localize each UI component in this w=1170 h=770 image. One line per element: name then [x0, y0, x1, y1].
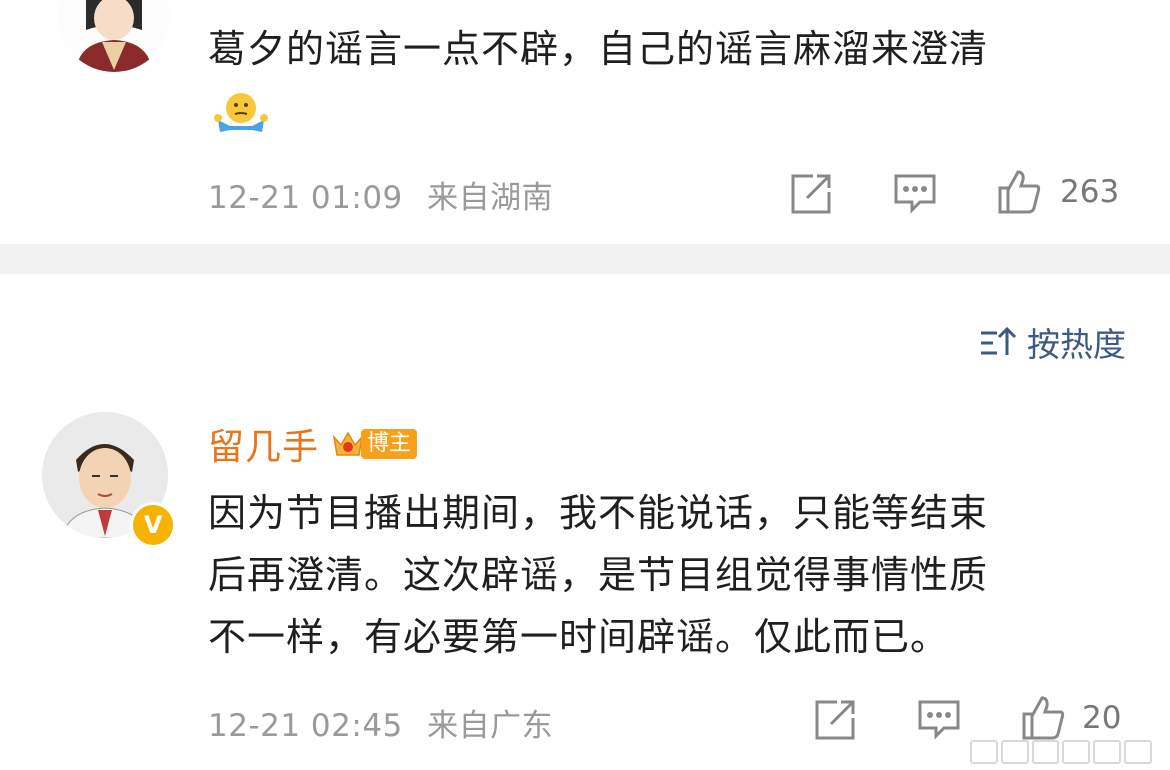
avatar[interactable] — [58, 0, 170, 72]
thumbs-up-icon — [998, 170, 1041, 214]
comment-meta: 12-21 01:09 来自湖南 — [208, 172, 553, 217]
location: 来自广东 — [427, 708, 554, 744]
like-button[interactable]: 263 — [996, 168, 1119, 216]
sort-label: 按热度 — [1027, 325, 1126, 364]
crown-icon — [332, 431, 364, 456]
share-icon[interactable] — [813, 698, 857, 742]
comment-meta: 12-21 02:45 来自广东 — [208, 700, 553, 745]
blogger-badge: 博主 — [331, 425, 418, 463]
shrug-emoji-icon — [212, 90, 272, 140]
sort-icon — [981, 326, 1017, 355]
sort-toggle[interactable]: 按热度 — [979, 318, 1126, 366]
comment-icon[interactable] — [892, 172, 936, 216]
comment-line: 不一样，有必要第一时间辟谣。仅此而已。 — [208, 615, 950, 659]
comment-header: 留几手 博主 — [208, 418, 418, 470]
comment-line: 后再澄清。这次辟谣，是节目组觉得事情性质 — [208, 553, 989, 597]
timestamp: 12-21 02:45 — [208, 708, 403, 744]
share-icon[interactable] — [789, 172, 833, 216]
comment-line: 因为节目播出期间，我不能说话，只能等结束 — [208, 491, 989, 535]
badge-label: 博主 — [361, 429, 418, 459]
timestamp: 12-21 01:09 — [208, 180, 403, 216]
comment-icon[interactable] — [916, 698, 960, 742]
like-count: 20 — [1082, 700, 1122, 736]
watermark — [970, 740, 1152, 764]
username[interactable]: 留几手 — [208, 418, 319, 470]
like-count: 263 — [1060, 174, 1120, 210]
like-button[interactable]: 20 — [1020, 694, 1121, 742]
section-divider — [0, 244, 1170, 274]
comment-text: 葛夕的谣言一点不辟，自己的谣言麻溜来澄清 — [208, 27, 989, 71]
v-badge-icon: V — [130, 502, 176, 548]
comment-text: 因为节目播出期间，我不能说话，只能等结束 后再澄清。这次辟谣，是节目组觉得事情性… — [208, 482, 988, 668]
location: 来自湖南 — [427, 180, 554, 216]
thumbs-up-icon — [1022, 696, 1065, 740]
